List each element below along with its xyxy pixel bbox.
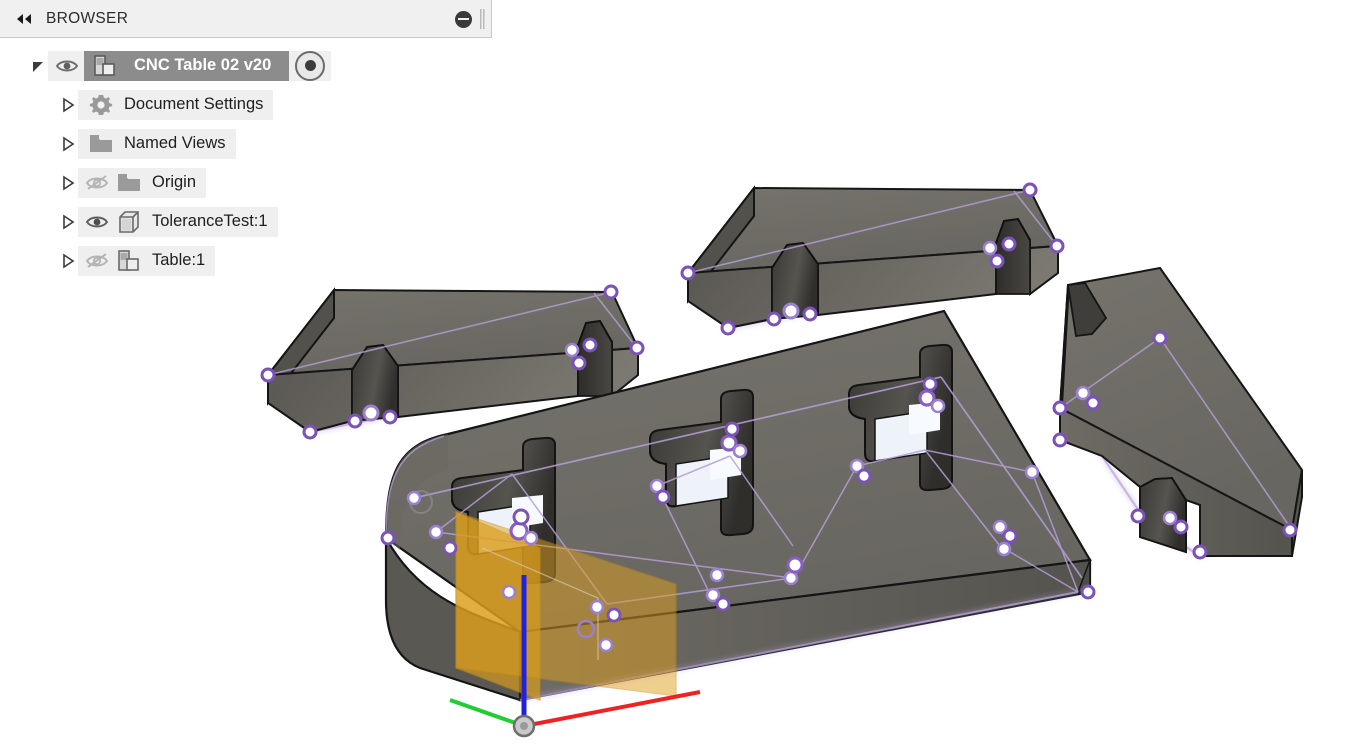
eye-hidden-icon[interactable]: [82, 171, 112, 195]
tree-row-content[interactable]: Named Views: [78, 129, 236, 159]
axis-x: [524, 692, 700, 726]
tree-row-origin[interactable]: Origin: [0, 163, 492, 202]
twisty-collapsed-icon[interactable]: [58, 95, 78, 115]
browser-panel: BROWSER: [0, 0, 492, 280]
tree-item-label: Table:1: [152, 251, 205, 270]
tree-item-label: Document Settings: [124, 95, 263, 114]
tree-row-root[interactable]: CNC Table 02 v20: [0, 46, 492, 85]
twisty-collapsed-icon[interactable]: [58, 251, 78, 271]
gear-icon: [86, 92, 116, 118]
folder-icon: [86, 131, 116, 157]
tree-item-label: Origin: [152, 173, 196, 192]
tree-children: Document Settings Named Views Origin Tolera…: [0, 85, 492, 280]
resize-grip-icon[interactable]: [480, 9, 485, 29]
assembly-icon: [90, 53, 120, 79]
browser-tree: CNC Table 02 v20 Document Settings Named …: [0, 38, 492, 280]
folder-icon: [114, 170, 144, 196]
browser-panel-title: BROWSER: [46, 10, 128, 28]
eye-visible-icon[interactable]: [82, 210, 112, 234]
double-chevron-left-icon[interactable]: [14, 9, 34, 29]
tree-row-content[interactable]: ToleranceTest:1: [78, 207, 278, 237]
tree-row-content[interactable]: Document Settings: [78, 90, 273, 120]
part-block-right[interactable]: [1054, 268, 1302, 558]
minimize-icon[interactable]: [455, 11, 472, 28]
eye-visible-icon[interactable]: [52, 54, 82, 78]
tree-row-named-views[interactable]: Named Views: [0, 124, 492, 163]
body-icon: [114, 209, 144, 235]
tree-item-label: ToleranceTest:1: [152, 212, 268, 231]
twisty-collapsed-icon[interactable]: [58, 173, 78, 193]
root-node-selected[interactable]: CNC Table 02 v20: [84, 51, 289, 81]
tree-row-content[interactable]: Table:1: [78, 246, 215, 276]
eye-hidden-icon[interactable]: [82, 249, 112, 273]
twisty-collapsed-icon[interactable]: [58, 212, 78, 232]
twisty-expanded-icon[interactable]: [28, 56, 48, 76]
activate-radio-icon[interactable]: [295, 51, 325, 81]
root-node-label: CNC Table 02 v20: [134, 56, 271, 75]
tree-row-tolerancetest-1[interactable]: ToleranceTest:1: [0, 202, 492, 241]
tree-row-table-1[interactable]: Table:1: [0, 241, 492, 280]
tree-item-label: Named Views: [124, 134, 226, 153]
tree-row-content[interactable]: Origin: [78, 168, 206, 198]
tree-row-document-settings[interactable]: Document Settings: [0, 85, 492, 124]
part-block-upper-right[interactable]: [682, 184, 1063, 334]
component-icon: [114, 248, 144, 274]
twisty-collapsed-icon[interactable]: [58, 134, 78, 154]
axis-y: [450, 700, 524, 726]
browser-panel-header: BROWSER: [0, 0, 492, 38]
